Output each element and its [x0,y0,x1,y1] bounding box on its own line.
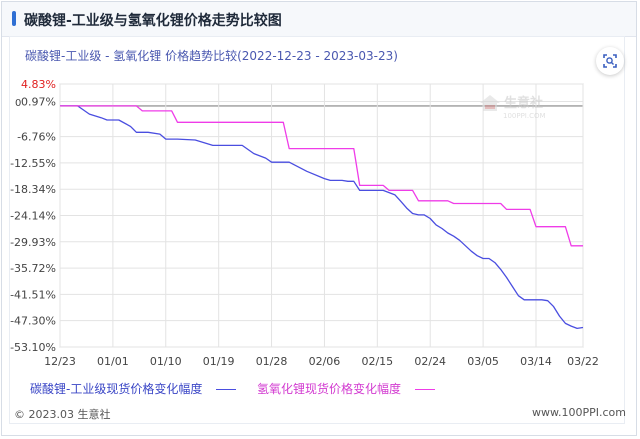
series-lines [60,105,584,330]
copyright-icon: © [14,408,25,421]
legend-item-series2[interactable]: 氢氧化锂现货价格变化幅度 [257,380,436,397]
y-tick-label: -29.93% [10,236,56,249]
grid [59,83,584,348]
watermark-brand: 生意社 [504,95,543,111]
legend-label-series2: 氢氧化锂现货价格变化幅度 [257,382,402,396]
x-tick-label: 03/14 [520,355,552,368]
watermark-logo: 生意社 100PPI.COM [480,95,546,120]
x-tick-label: 01/10 [150,355,182,368]
series-line-2 [60,105,583,247]
y-tick-label: -18.34% [10,183,56,196]
y-tick-label: -41.51% [10,288,56,301]
series-line-1 [60,105,584,330]
y-tick-label: -12.55% [10,157,56,170]
chart-plot: 生意社 100PPI.COM 4.83% 0.97% -6.76% -12.55% -1… [10,78,599,368]
x-axis: 12/23 01/01 01/10 01/19 01/28 02/06 02/15 02/24… [44,355,599,368]
y-tick-label: -47.30% [10,315,56,328]
x-tick-label: 02/15 [361,355,393,368]
y-tick-label: 0.97% [21,96,56,109]
x-tick-label: 02/24 [414,355,446,368]
watermark-url: 100PPI.COM [503,112,546,120]
legend-swatch-series1 [216,389,237,390]
x-tick-label: 03/22 [567,355,599,368]
legend-item-series1[interactable]: 碳酸锂-工业级现货价格变化幅度 [30,380,237,397]
legend-label-series1: 碳酸锂-工业级现货价格变化幅度 [30,382,203,396]
legend-swatch-series2 [415,389,436,390]
x-tick-label: 01/19 [203,355,235,368]
x-tick-label: 01/28 [256,355,288,368]
y-tick-label: -24.14% [10,210,56,223]
y-axis: 4.83% 0.97% -6.76% -12.55% -18.34% -24.14% -29… [10,78,56,354]
footer-left-text: 2023.03 生意社 [28,408,111,421]
x-tick-label: 03/05 [467,355,499,368]
x-tick-label: 12/23 [44,355,76,368]
y-tick-label: 4.83% [21,78,56,91]
footer-copyright: © 2023.03 生意社 [14,406,110,422]
footer-site-link[interactable]: www.100PPI.com [532,406,626,419]
y-tick-label: -35.72% [10,262,56,275]
y-tick-label: -6.76% [17,131,56,144]
y-tick-label: -53.10% [10,341,56,354]
x-tick-label: 01/01 [97,355,129,368]
x-tick-label: 02/06 [309,355,341,368]
zero-tick-label: 0 [15,98,21,109]
